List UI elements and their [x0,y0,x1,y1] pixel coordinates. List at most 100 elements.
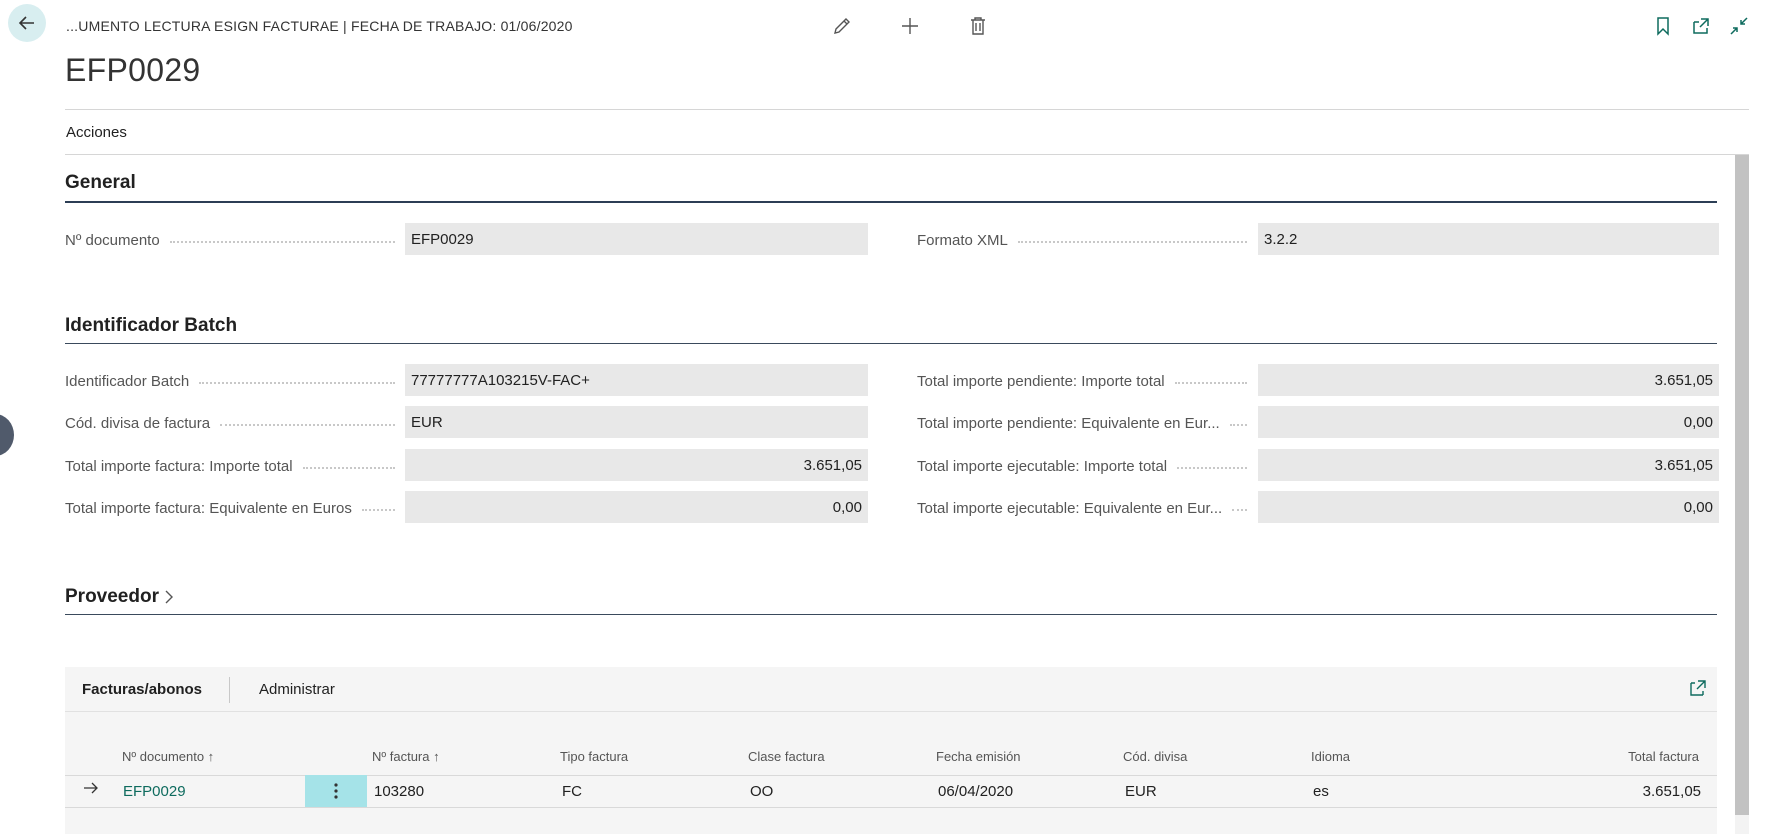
label-text: Cód. divisa de factura [65,414,211,432]
field-value-xml-format[interactable]: 3.2.2 [1258,223,1719,255]
label-text: Total importe factura: Importe total [65,457,293,475]
field-label-pending-total-eur: Total importe pendiente: Equivalente en … [917,411,1247,435]
section-title-vendor-label: Proveedor [65,586,159,607]
tab-manage[interactable]: Administrar [259,681,335,698]
field-value-currency[interactable]: EUR [405,406,868,438]
page: ...UMENTO LECTURA ESIGN FACTURAE | FECHA… [0,0,1771,834]
column-header-language[interactable]: Idioma [1311,749,1350,764]
section-rule [65,614,1717,615]
section-rule [65,343,1717,344]
label-text: Nº documento [65,231,160,249]
pencil-icon [834,18,850,34]
column-header-invoice-no[interactable]: Nº factura ↑ [372,749,440,764]
section-title-vendor[interactable]: Proveedor [65,586,175,608]
dots [302,467,395,469]
label-text: Identificador Batch [65,372,190,390]
field-label-pending-total: Total importe pendiente: Importe total [917,369,1247,393]
subpage-toolbar: Facturas/abonos Administrar [65,667,1717,712]
dots [1232,509,1247,511]
row-actions-button[interactable] [305,775,367,807]
window-actions [1651,14,1751,38]
label-text: Total importe ejecutable: Equivalente en… [917,499,1223,517]
label-text: Total importe pendiente: Importe total [917,372,1165,390]
field-value-executable-total-eur[interactable]: 0,00 [1258,491,1719,523]
open-new-window-icon [1693,18,1709,34]
edit-button[interactable] [830,14,854,38]
field-label-doc-no: Nº documento [65,228,395,252]
label-text: Total importe pendiente: Equivalente en … [917,414,1220,432]
divider [65,109,1749,110]
field-label-executable-total: Total importe ejecutable: Importe total [917,454,1247,478]
delete-button[interactable] [966,14,990,38]
cell-doc-no[interactable]: EFP0029 [123,783,186,800]
tab-invoices[interactable]: Facturas/abonos [82,681,202,698]
divider [65,154,1749,155]
open-new-window-button[interactable] [1689,14,1713,38]
section-title-batch[interactable]: Identificador Batch [65,315,237,337]
dots [1017,241,1247,243]
field-value-invoice-total[interactable]: 3.651,05 [405,449,868,481]
column-header-invoice-class[interactable]: Clase factura [748,749,825,764]
expand-icon [1690,680,1706,696]
row-divider [65,807,1717,808]
field-label-xml-format: Formato XML [917,228,1247,252]
side-panel-toggle[interactable] [0,414,14,456]
label-text: Total importe factura: Equivalente en Eu… [65,499,352,517]
trash-icon [971,17,985,35]
breadcrumb: ...UMENTO LECTURA ESIGN FACTURAE | FECHA… [66,18,573,34]
label-text: Formato XML [917,231,1008,249]
field-value-batch-id[interactable]: 77777777A103215V-FAC+ [405,364,868,396]
dots [1177,467,1247,469]
cell-total[interactable]: 3.651,05 [1643,783,1701,800]
dots [1174,382,1247,384]
collapse-button[interactable] [1727,14,1751,38]
row-indicator-arrow-icon [84,782,98,794]
dots [361,509,395,511]
dots [220,424,395,426]
cell-currency[interactable]: EUR [1125,783,1157,800]
label-text: Total importe ejecutable: Importe total [917,457,1168,475]
back-button[interactable] [8,4,46,42]
cell-invoice-class[interactable]: OO [750,783,773,800]
field-value-doc-no[interactable]: EFP0029 [405,223,868,255]
chevron-right-icon [165,590,173,604]
field-value-pending-total[interactable]: 3.651,05 [1258,364,1719,396]
actions-menu[interactable]: Acciones [66,124,127,141]
invoices-subpage: Facturas/abonos Administrar Nº documento… [65,667,1717,834]
dots [169,241,395,243]
expand-subpage-button[interactable] [1689,679,1707,702]
section-rule [65,201,1717,203]
cell-language[interactable]: es [1313,783,1329,800]
cell-invoice-no[interactable]: 103280 [374,783,424,800]
column-header-currency[interactable]: Cód. divisa [1123,749,1187,764]
new-button[interactable] [898,14,922,38]
page-title: EFP0029 [65,52,201,88]
column-header-issue-date[interactable]: Fecha emisión [936,749,1021,764]
bookmark-icon [1657,17,1669,36]
header-actions [830,14,990,38]
field-label-batch-id: Identificador Batch [65,369,395,393]
more-vertical-icon [334,783,338,799]
dots [1229,424,1247,426]
field-label-executable-total-eur: Total importe ejecutable: Equivalente en… [917,496,1247,520]
field-label-invoice-total-eur: Total importe factura: Equivalente en Eu… [65,496,395,520]
column-header-total[interactable]: Total factura [1628,749,1699,764]
section-title-general[interactable]: General [65,172,136,194]
dots [199,382,395,384]
plus-icon [902,18,918,34]
collapse-icon [1730,17,1748,35]
field-value-invoice-total-eur[interactable]: 0,00 [405,491,868,523]
field-label-currency: Cód. divisa de factura [65,411,395,435]
column-header-doc-no[interactable]: Nº documento ↑ [122,749,214,764]
field-value-pending-total-eur[interactable]: 0,00 [1258,406,1719,438]
field-label-invoice-total: Total importe factura: Importe total [65,454,395,478]
scrollbar-thumb[interactable] [1735,155,1749,815]
table-row[interactable] [83,781,99,800]
field-value-executable-total[interactable]: 3.651,05 [1258,449,1719,481]
back-arrow-icon [18,16,34,30]
cell-invoice-type[interactable]: FC [562,783,582,800]
bookmark-button[interactable] [1651,14,1675,38]
cell-issue-date[interactable]: 06/04/2020 [938,783,1013,800]
tab-separator [229,677,230,703]
column-header-invoice-type[interactable]: Tipo factura [560,749,628,764]
